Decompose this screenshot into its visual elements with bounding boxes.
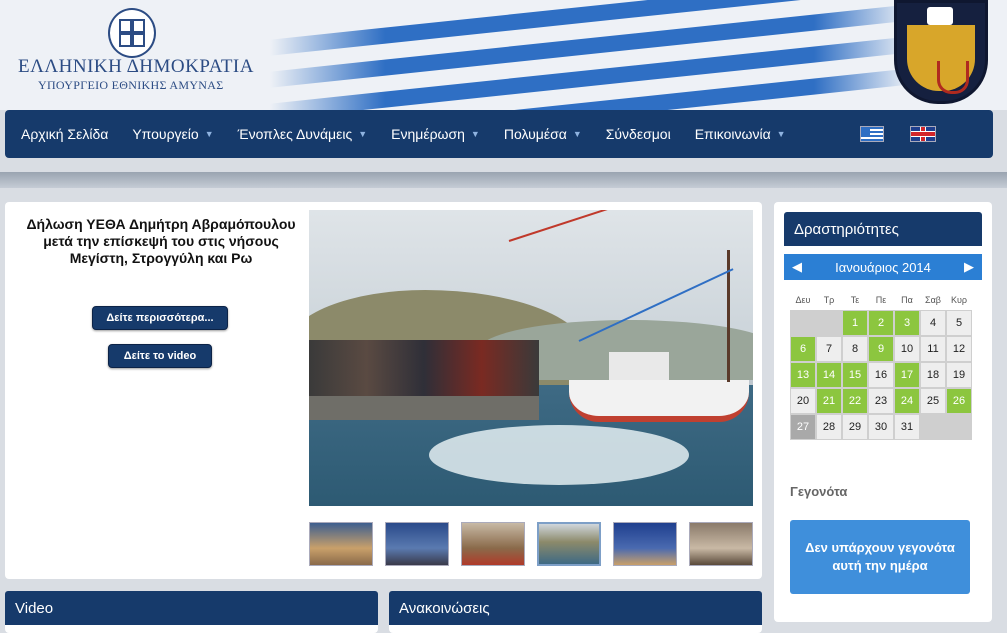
calendar-day[interactable]: 18: [920, 362, 946, 388]
nav-item-ministry[interactable]: Υπουργείο ▼: [120, 126, 225, 142]
calendar-day[interactable]: 30: [868, 414, 894, 440]
chevron-left-icon[interactable]: ◀: [792, 259, 802, 275]
calendar-day[interactable]: 21: [816, 388, 842, 414]
calendar-day[interactable]: 2: [868, 310, 894, 336]
no-events-message: Δεν υπάρχουν γεγονότα αυτή την ημέρα: [790, 520, 970, 594]
calendar-day[interactable]: 6: [790, 336, 816, 362]
calendar-weekday: Τρ: [823, 295, 835, 305]
greek-coat-of-arms-icon: [108, 8, 156, 58]
calendar-day[interactable]: 22: [842, 388, 868, 414]
thumbnail[interactable]: [461, 522, 525, 566]
chevron-down-icon: ▼: [470, 129, 480, 139]
calendar-month: Ιανουάριος 2014: [835, 259, 931, 275]
activities-sidebar: Δραστηριότητες ◀ Ιανουάριος 2014 ▶ Δευ Τρ…: [774, 202, 992, 622]
featured-news-panel: Δήλωση ΥΕΘΑ Δημήτρη Αβραμόπουλου μετά τη…: [5, 202, 762, 579]
calendar-day-empty: [946, 414, 972, 440]
calendar-weekday: Πα: [901, 295, 913, 305]
calendar-day[interactable]: 26: [946, 388, 972, 414]
calendar-day[interactable]: 20: [790, 388, 816, 414]
nav-item-contact[interactable]: Επικοινωνία ▼: [683, 126, 798, 142]
nav-item-news[interactable]: Ενημέρωση ▼: [379, 126, 492, 142]
calendar-day-empty: [790, 310, 816, 336]
calendar-day[interactable]: 19: [946, 362, 972, 388]
chevron-down-icon: ▼: [358, 129, 368, 139]
calendar-days: 1 2 3 4 5 6 7 8 9 10 11 12 13 14 15 16 17 18 19 20 21 22 23 24 2…: [790, 310, 976, 440]
calendar-day[interactable]: 4: [920, 310, 946, 336]
chevron-down-icon: ▼: [204, 129, 214, 139]
greek-flag-icon[interactable]: [860, 126, 884, 142]
chevron-right-icon[interactable]: ▶: [964, 259, 974, 275]
brand-subtitle[interactable]: ΥΠΟΥΡΓΕΙΟ ΕΘΝΙΚΗΣ ΑΜΥΝΑΣ: [38, 78, 224, 93]
calendar-day[interactable]: 25: [920, 388, 946, 414]
calendar-weekday: Τε: [850, 295, 860, 305]
calendar-day[interactable]: 11: [920, 336, 946, 362]
announcements-panel-title: Ανακοινώσεις: [389, 591, 762, 625]
thumbnail[interactable]: [385, 522, 449, 566]
calendar-day[interactable]: 15: [842, 362, 868, 388]
greek-flag-banner: [270, 0, 910, 110]
calendar-day[interactable]: 23: [868, 388, 894, 414]
calendar-day[interactable]: 28: [816, 414, 842, 440]
calendar-day[interactable]: 8: [842, 336, 868, 362]
events-label: Γεγονότα: [790, 484, 848, 499]
video-panel-title: Video: [5, 591, 378, 625]
calendar-weekdays: Δευ Τρ Τε Πε Πα Σαβ Κυρ: [790, 290, 976, 310]
calendar-header: ◀ Ιανουάριος 2014 ▶: [784, 254, 982, 280]
read-more-button[interactable]: Δείτε περισσότερα...: [92, 306, 228, 330]
announcements-panel: Ανακοινώσεις: [389, 591, 762, 633]
calendar-day[interactable]: 7: [816, 336, 842, 362]
calendar-day[interactable]: 16: [868, 362, 894, 388]
calendar-day[interactable]: 17: [894, 362, 920, 388]
calendar-day-empty: [816, 310, 842, 336]
thumbnail-selected[interactable]: [537, 522, 601, 566]
thumbnail[interactable]: [689, 522, 753, 566]
nav-item-armed-forces[interactable]: Ένοπλες Δυνάμεις ▼: [226, 126, 380, 142]
featured-photo[interactable]: [309, 210, 753, 506]
calendar: Δευ Τρ Τε Πε Πα Σαβ Κυρ 1 2 3 4 5 6 7 8 9 10 11 12 13 14 15 1…: [790, 290, 976, 440]
calendar-day[interactable]: 9: [868, 336, 894, 362]
site-header: ΕΛΛΗΝΙΚΗ ΔΗΜΟΚΡΑΤΙΑ ΥΠΟΥΡΓΕΙΟ ΕΘΝΙΚΗΣ ΑΜ…: [0, 0, 1007, 110]
calendar-day[interactable]: 14: [816, 362, 842, 388]
activities-title: Δραστηριότητες: [784, 212, 982, 246]
calendar-day[interactable]: 10: [894, 336, 920, 362]
calendar-day[interactable]: 24: [894, 388, 920, 414]
uk-flag-icon[interactable]: [910, 126, 936, 142]
video-panel: Video: [5, 591, 378, 633]
thumbnail[interactable]: [309, 522, 373, 566]
calendar-weekday: Δευ: [795, 295, 811, 305]
calendar-day[interactable]: 29: [842, 414, 868, 440]
header-divider: [0, 172, 1007, 188]
army-emblem-icon: [894, 0, 988, 104]
calendar-day[interactable]: 27: [790, 414, 816, 440]
featured-news-title[interactable]: Δήλωση ΥΕΘΑ Δημήτρη Αβραμόπουλου μετά τη…: [25, 216, 297, 267]
thumbnail[interactable]: [613, 522, 677, 566]
calendar-day[interactable]: 1: [842, 310, 868, 336]
watch-video-button[interactable]: Δείτε το video: [108, 344, 212, 368]
calendar-day[interactable]: 12: [946, 336, 972, 362]
calendar-day[interactable]: 5: [946, 310, 972, 336]
brand-title[interactable]: ΕΛΛΗΝΙΚΗ ΔΗΜΟΚΡΑΤΙΑ: [18, 56, 254, 78]
calendar-weekday: Σαβ: [925, 295, 941, 305]
calendar-day[interactable]: 31: [894, 414, 920, 440]
chevron-down-icon: ▼: [572, 129, 582, 139]
calendar-day[interactable]: 3: [894, 310, 920, 336]
nav-item-multimedia[interactable]: Πολυμέσα ▼: [492, 126, 594, 142]
calendar-day[interactable]: 13: [790, 362, 816, 388]
nav-item-links[interactable]: Σύνδεσμοι: [594, 126, 683, 142]
calendar-weekday: Κυρ: [950, 295, 968, 305]
chevron-down-icon: ▼: [776, 129, 786, 139]
photo-thumbnails: [309, 522, 753, 566]
nav-item-home[interactable]: Αρχική Σελίδα: [9, 126, 120, 142]
main-nav: Αρχική Σελίδα Υπουργείο ▼ Ένοπλες Δυνάμει…: [5, 110, 993, 158]
calendar-day-empty: [920, 414, 946, 440]
calendar-weekday: Πε: [875, 295, 887, 305]
